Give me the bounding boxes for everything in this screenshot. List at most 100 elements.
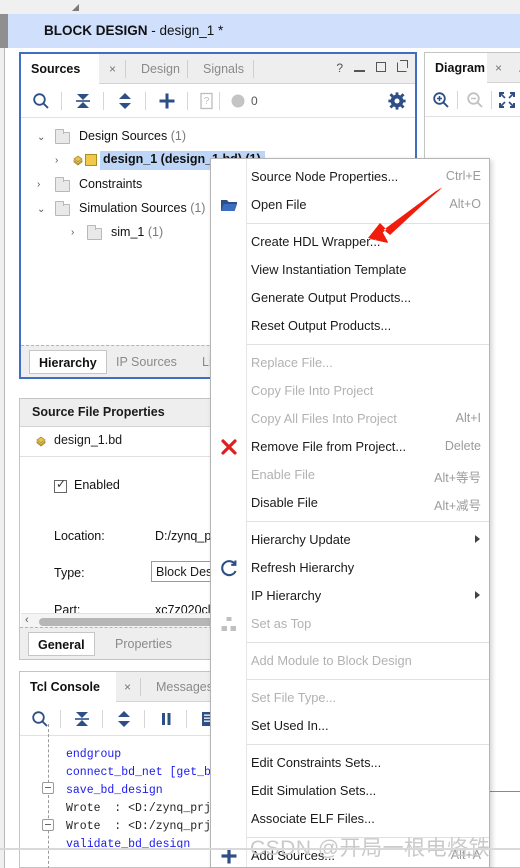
menu-item-label: Copy File Into Project bbox=[251, 383, 374, 398]
tab-design[interactable]: Design bbox=[131, 54, 190, 84]
zoom-in-icon[interactable] bbox=[431, 90, 451, 110]
sources-window-buttons: ? bbox=[336, 60, 408, 76]
menu-item-label: Open File bbox=[251, 197, 307, 212]
menu-item-hierarchy-update[interactable]: Hierarchy Update bbox=[247, 526, 489, 554]
close-diagram-tab-icon[interactable]: × bbox=[495, 61, 502, 75]
menu-item-label: IP Hierarchy bbox=[251, 588, 322, 603]
tab-signals[interactable]: Signals bbox=[193, 54, 254, 84]
diagram-div-1 bbox=[457, 91, 458, 109]
menu-item-shortcut: Ctrl+E bbox=[445, 169, 481, 183]
set-as-top-icon bbox=[219, 614, 239, 634]
enabled-checkbox[interactable] bbox=[54, 477, 67, 493]
location-label: Location: bbox=[54, 529, 105, 543]
menu-item-label: Generate Output Products... bbox=[251, 290, 412, 305]
chevron-right-icon-3[interactable]: › bbox=[71, 227, 74, 238]
context-menu-icon-gutter bbox=[211, 159, 247, 867]
tcl-tab-divider bbox=[140, 678, 141, 696]
maximize-icon[interactable] bbox=[376, 60, 386, 76]
collapse-all-icon[interactable] bbox=[73, 91, 93, 111]
tab-design-label: Design bbox=[141, 62, 180, 76]
collapse-all-icon-2[interactable] bbox=[72, 709, 92, 729]
toolbar-divider-2 bbox=[103, 92, 104, 110]
tab-sources-label: Sources bbox=[31, 62, 81, 76]
tree-row-design-sources[interactable]: ⌄ Design Sources (1) bbox=[21, 125, 415, 149]
minimize-icon[interactable] bbox=[354, 60, 365, 76]
search-icon[interactable] bbox=[31, 91, 51, 111]
subtab-hierarchy-label: Hierarchy bbox=[39, 356, 97, 370]
tree-count: (1) bbox=[170, 129, 187, 143]
menu-item-reset-output-products[interactable]: Reset Output Products... bbox=[247, 312, 489, 340]
add-sources-icon[interactable] bbox=[157, 91, 177, 111]
submenu-arrow-icon bbox=[475, 535, 480, 543]
tree-label-text-2: Simulation Sources bbox=[79, 201, 187, 215]
tab-sources[interactable]: Sources bbox=[21, 54, 99, 84]
menu-item-edit-simulation-sets[interactable]: Edit Simulation Sets... bbox=[247, 777, 489, 805]
menu-item-open-file[interactable]: Open File Alt+O bbox=[247, 191, 489, 219]
expand-all-icon[interactable] bbox=[115, 91, 135, 111]
banner-subtitle: - design_1 * bbox=[147, 23, 224, 38]
toolbar-divider-4 bbox=[187, 92, 188, 110]
menu-separator bbox=[247, 679, 489, 680]
tcl-collapse-box-1[interactable] bbox=[42, 782, 54, 794]
submenu-arrow-icon bbox=[475, 591, 480, 599]
context-menu[interactable]: Source Node Properties... Ctrl+E Open File… bbox=[210, 158, 490, 868]
tab-a[interactable]: A bbox=[509, 53, 520, 83]
subtab-general[interactable]: General bbox=[28, 632, 95, 656]
gear-icon[interactable] bbox=[387, 91, 407, 111]
menu-item-label: Disable File bbox=[251, 495, 318, 510]
menu-item-view-instantiation-template[interactable]: View Instantiation Template bbox=[247, 256, 489, 284]
menu-item-copy-file-into-project: Copy File Into Project bbox=[247, 377, 489, 405]
banner-text: BLOCK DESIGN - design_1 * bbox=[44, 23, 223, 38]
scroll-left-icon[interactable]: ‹ bbox=[25, 614, 29, 626]
menu-item-source-node-properties[interactable]: Source Node Properties... Ctrl+E bbox=[247, 163, 489, 191]
tree-count-2: (1) bbox=[190, 201, 206, 215]
menu-item-set-used-in[interactable]: Set Used In... bbox=[247, 712, 489, 740]
subtab-general-label: General bbox=[38, 638, 85, 652]
menu-item-shortcut: Alt+O bbox=[449, 197, 481, 211]
tree-label-design-sources: Design Sources (1) bbox=[79, 129, 186, 143]
chevron-down-icon[interactable]: ⌄ bbox=[37, 132, 45, 143]
enabled-label: Enabled bbox=[74, 478, 120, 492]
menu-item-edit-constraints-sets[interactable]: Edit Constraints Sets... bbox=[247, 749, 489, 777]
menu-item-associate-elf-files[interactable]: Associate ELF Files... bbox=[247, 805, 489, 833]
search-icon-2[interactable] bbox=[30, 709, 50, 729]
block-design-icon bbox=[71, 154, 85, 171]
tcl-collapse-box-2[interactable] bbox=[42, 819, 54, 831]
unknown-file-icon: ? bbox=[197, 91, 217, 111]
menu-item-label: Refresh Hierarchy bbox=[251, 560, 355, 575]
toolbar-divider bbox=[61, 92, 62, 110]
close-tcl-tab-icon[interactable]: × bbox=[124, 680, 131, 694]
subtab-properties[interactable]: Properties bbox=[106, 632, 181, 656]
menu-item-remove-file-from-project[interactable]: Remove File from Project... Delete bbox=[247, 433, 489, 461]
tab-tcl-console[interactable]: Tcl Console bbox=[20, 672, 116, 702]
menu-item-ip-hierarchy[interactable]: IP Hierarchy bbox=[247, 582, 489, 610]
float-icon[interactable] bbox=[397, 60, 408, 76]
tab-diagram[interactable]: Diagram bbox=[425, 53, 487, 83]
menu-separator bbox=[247, 223, 489, 224]
menu-item-label: Reset Output Products... bbox=[251, 318, 392, 333]
menu-item-disable-file[interactable]: Disable File Alt+减号 bbox=[247, 489, 489, 517]
subtab-hierarchy[interactable]: Hierarchy bbox=[29, 350, 107, 374]
panel-resize-handle-icon[interactable] bbox=[72, 4, 79, 11]
chevron-right-icon-2[interactable]: › bbox=[37, 179, 40, 190]
menu-item-create-hdl-wrapper[interactable]: Create HDL Wrapper... bbox=[247, 228, 489, 256]
tree-label-sim-1: sim_1 (1) bbox=[111, 225, 163, 239]
menu-item-label: Associate ELF Files... bbox=[251, 811, 375, 826]
toolbar-divider-3 bbox=[145, 92, 146, 110]
watermark-text: CSDN @开局一根电烙铁 bbox=[250, 837, 491, 860]
diagram-div-2 bbox=[491, 91, 492, 109]
tab-diagram-label: Diagram bbox=[435, 61, 486, 75]
pause-icon[interactable] bbox=[156, 709, 176, 729]
properties-title: Source File Properties bbox=[32, 405, 165, 419]
close-sources-tab-icon[interactable]: × bbox=[109, 62, 116, 76]
status-circle-icon bbox=[229, 91, 249, 111]
bd-file-icon bbox=[85, 154, 97, 166]
fit-screen-icon[interactable] bbox=[497, 90, 517, 110]
chevron-down-icon-2[interactable]: ⌄ bbox=[37, 204, 45, 215]
help-icon[interactable]: ? bbox=[336, 60, 343, 76]
expand-all-icon-2[interactable] bbox=[114, 709, 134, 729]
subtab-ip-sources[interactable]: IP Sources bbox=[107, 350, 186, 374]
menu-item-refresh-hierarchy[interactable]: Refresh Hierarchy bbox=[247, 554, 489, 582]
menu-item-generate-output-products[interactable]: Generate Output Products... bbox=[247, 284, 489, 312]
chevron-right-icon[interactable]: › bbox=[55, 155, 58, 166]
